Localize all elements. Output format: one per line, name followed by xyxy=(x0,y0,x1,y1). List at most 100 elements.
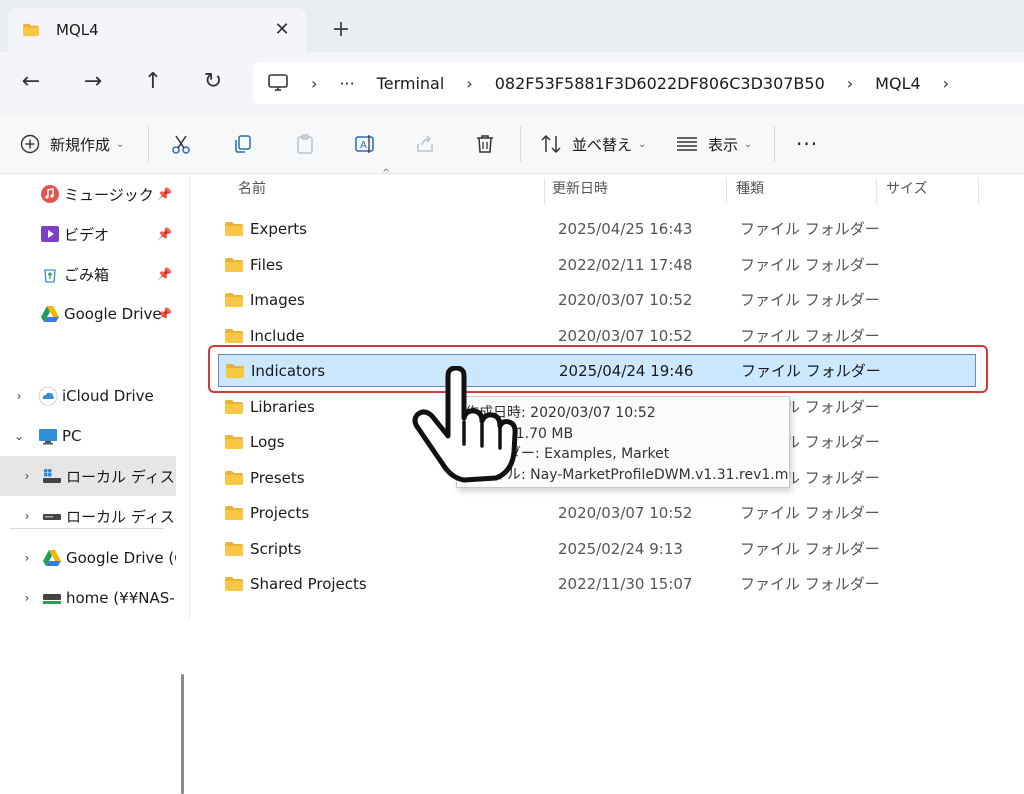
drive-icon xyxy=(43,514,61,520)
chevron-down-icon[interactable]: ⌄ xyxy=(8,429,30,443)
address-bar[interactable]: › ··· Terminal › 082F53F5881F3D6022DF806… xyxy=(253,62,1024,104)
sidebar-item-videos[interactable]: ビデオ 📌 xyxy=(0,214,176,254)
sidebar-item-google-drive[interactable]: Google Drive 📌 xyxy=(0,294,176,334)
delete-button[interactable] xyxy=(474,128,496,160)
pin-icon: 📌 xyxy=(157,187,172,201)
chevron-right-icon[interactable]: › xyxy=(8,389,30,403)
chevron-right-icon[interactable]: › xyxy=(16,509,38,523)
file-date: 2020/03/07 10:52 xyxy=(558,503,693,522)
sidebar-item-home-nas[interactable]: › home (¥¥NAS- xyxy=(0,578,176,618)
breadcrumb-overflow[interactable]: ··· xyxy=(339,74,354,93)
sidebar-item-google-drive-g[interactable]: › Google Drive (G:) xyxy=(0,538,176,578)
cut-button[interactable] xyxy=(170,128,192,160)
folder-icon xyxy=(224,328,244,344)
file-date: 2020/03/07 10:52 xyxy=(558,290,693,309)
column-divider[interactable] xyxy=(544,178,545,204)
sidebar-item-music[interactable]: ミュージック 📌 xyxy=(0,174,176,214)
plus-circle-icon xyxy=(20,134,40,154)
file-row[interactable]: Projects 2020/03/07 10:52 ファイル フォルダー xyxy=(218,496,976,529)
chevron-right-icon[interactable]: › xyxy=(16,469,38,483)
more-options-button[interactable]: ··· xyxy=(796,128,818,160)
column-divider[interactable] xyxy=(726,178,727,204)
sidebar-item-label: home (¥¥NAS- xyxy=(66,589,175,607)
folder-icon xyxy=(224,257,244,273)
back-button[interactable]: ← xyxy=(14,66,48,100)
folder-icon xyxy=(22,23,40,37)
column-header-size[interactable]: サイズ xyxy=(886,174,928,204)
breadcrumb-separator[interactable]: › xyxy=(847,74,853,93)
breadcrumb-separator[interactable]: › xyxy=(943,74,949,93)
monitor-icon xyxy=(268,74,288,91)
file-row[interactable]: Shared Projects 2022/11/30 15:07 ファイル フォ… xyxy=(218,567,976,600)
copy-button[interactable] xyxy=(232,128,254,160)
pin-icon: 📌 xyxy=(157,227,172,241)
share-icon xyxy=(417,135,433,152)
divider xyxy=(148,126,149,162)
sort-ascending-icon: ^ xyxy=(382,168,391,179)
breadcrumb-terminal[interactable]: Terminal xyxy=(377,74,445,93)
rename-icon: A xyxy=(355,135,374,153)
music-icon xyxy=(41,185,59,203)
share-button[interactable] xyxy=(414,128,436,160)
file-name: Files xyxy=(250,255,283,274)
folder-icon xyxy=(224,221,244,237)
file-name: Experts xyxy=(250,219,307,238)
column-header-type[interactable]: 種類 xyxy=(736,174,764,204)
rename-button[interactable]: A xyxy=(354,128,376,160)
file-row[interactable]: Experts 2025/04/25 16:43 ファイル フォルダー xyxy=(218,212,976,245)
sort-button[interactable]: 並べ替え ⌄ xyxy=(540,128,646,160)
sidebar-item-label: iCloud Drive xyxy=(62,387,154,405)
chevron-right-icon[interactable]: › xyxy=(16,551,38,565)
close-icon[interactable]: ✕ xyxy=(270,18,294,42)
folder-icon xyxy=(224,576,244,592)
copy-icon xyxy=(235,135,251,153)
sidebar-item-label: ミュージック xyxy=(64,185,154,204)
file-row[interactable]: Scripts 2025/02/24 9:13 ファイル フォルダー xyxy=(218,532,976,565)
command-bar: 新規作成 ⌄ A 並べ替え ⌄ 表示 ⌄ ··· xyxy=(0,114,1024,174)
sidebar-item-icloud-drive[interactable]: › iCloud Drive xyxy=(0,376,176,416)
chevron-right-icon[interactable]: › xyxy=(16,591,38,605)
file-date: 2020/03/07 10:52 xyxy=(558,326,693,345)
refresh-button[interactable]: ↻ xyxy=(196,66,230,100)
breadcrumb-mql4[interactable]: MQL4 xyxy=(875,74,921,93)
chevron-down-icon: ⌄ xyxy=(638,138,647,150)
paste-button[interactable] xyxy=(294,128,316,160)
up-button[interactable]: ↑ xyxy=(136,66,170,100)
file-row[interactable]: Images 2020/03/07 10:52 ファイル フォルダー xyxy=(218,283,976,316)
column-divider[interactable] xyxy=(978,178,979,204)
folder-icon xyxy=(224,541,244,557)
breadcrumb-separator[interactable]: › xyxy=(311,74,317,93)
sidebar-item-label: Google Drive xyxy=(64,305,162,323)
sort-button-label: 並べ替え xyxy=(572,135,633,154)
trash-icon xyxy=(477,135,493,153)
clipboard-icon xyxy=(297,134,313,154)
file-row[interactable]: Files 2022/02/11 17:48 ファイル フォルダー xyxy=(218,248,976,281)
file-type: ファイル フォルダー xyxy=(740,327,880,345)
forward-button[interactable]: → xyxy=(76,66,110,100)
sidebar-scrollbar[interactable] xyxy=(181,674,184,794)
sidebar-item-recycle-bin[interactable]: ごみ箱 📌 xyxy=(0,254,176,294)
sidebar-item-local-disk-d[interactable]: › ローカル ディスク (D:) xyxy=(0,496,176,536)
column-header-date[interactable]: 更新日時 xyxy=(552,174,608,204)
sidebar-item-local-disk-c[interactable]: › ローカル ディスク (C:) xyxy=(0,456,176,496)
icloud-icon xyxy=(38,386,58,406)
file-name: Shared Projects xyxy=(250,574,367,593)
column-header-name[interactable]: 名前 xyxy=(238,174,266,204)
tab-mql4[interactable]: MQL4 ✕ xyxy=(8,8,306,52)
breadcrumb-separator[interactable]: › xyxy=(466,74,472,93)
sidebar-item-pc[interactable]: ⌄ PC xyxy=(0,416,176,456)
svg-text:A: A xyxy=(360,140,367,151)
column-divider[interactable] xyxy=(876,178,877,204)
file-date: 2025/04/25 16:43 xyxy=(558,219,693,238)
sidebar-item-label: ごみ箱 xyxy=(64,265,110,284)
tab-bar: MQL4 ✕ + xyxy=(0,0,1024,52)
new-button[interactable]: 新規作成 ⌄ xyxy=(20,128,124,160)
tab-title: MQL4 xyxy=(56,21,99,39)
system-drive-icon xyxy=(43,469,61,483)
new-tab-button[interactable]: + xyxy=(326,16,356,46)
breadcrumb-terminal-id[interactable]: 082F53F5881F3D6022DF806C3D307B50 xyxy=(495,74,825,93)
view-button[interactable]: 表示 ⌄ xyxy=(676,128,752,160)
google-drive-icon xyxy=(43,550,61,566)
sidebar-item-label: ローカル ディスク (C:) xyxy=(66,467,176,486)
pin-icon: 📌 xyxy=(157,267,172,281)
